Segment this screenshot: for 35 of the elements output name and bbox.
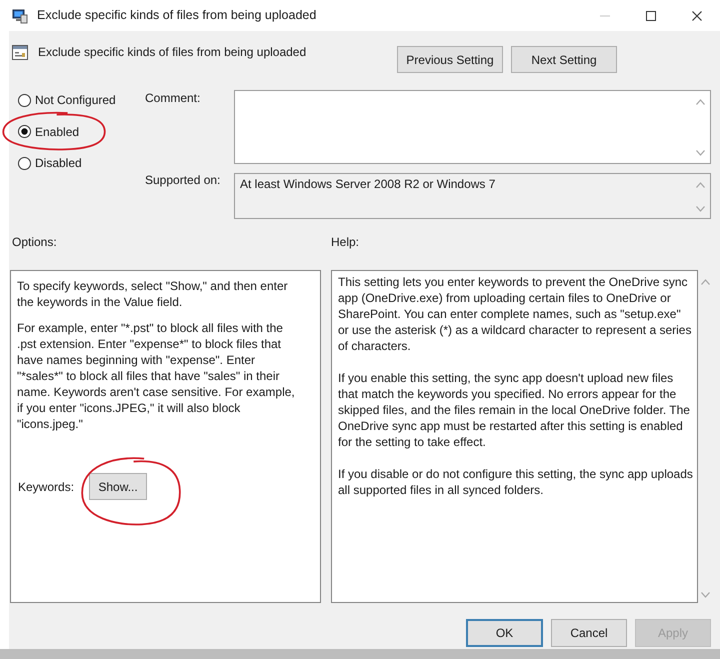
- scroll-down-icon[interactable]: [696, 206, 705, 212]
- help-text: If you disable or do not configure this setting, the sync app uploads all supported files in all synced folders.: [338, 466, 693, 498]
- supported-on-label: Supported on:: [145, 173, 222, 189]
- radio-option[interactable]: Enabled: [18, 124, 80, 140]
- next-setting-button[interactable]: Next Setting: [511, 46, 617, 73]
- options-label: Options:: [12, 235, 58, 249]
- scroll-up-icon[interactable]: [696, 182, 705, 188]
- window-icon: [12, 45, 28, 60]
- computer-icon: [12, 8, 28, 24]
- help-label: Help:: [331, 235, 360, 249]
- window-title: Exclude specific kinds of files from being uploaded: [37, 8, 316, 23]
- ok-button[interactable]: OK: [466, 619, 543, 647]
- setting-title: Exclude specific kinds of files from being uploaded: [38, 45, 306, 60]
- radio-option[interactable]: Not Configured: [18, 93, 116, 108]
- show-button[interactable]: Show...: [89, 473, 148, 500]
- comment-field[interactable]: [234, 90, 711, 164]
- radio-icon[interactable]: [18, 94, 31, 107]
- options-text: To specify keywords, select "Show," and then enter the keywords in the Value field.: [17, 278, 289, 310]
- radio-option[interactable]: Disabled: [18, 156, 82, 171]
- scroll-down-icon[interactable]: [696, 150, 705, 156]
- maximize-icon: [646, 10, 656, 20]
- scroll-down-icon[interactable]: [700, 592, 710, 598]
- scroll-up-icon[interactable]: [700, 279, 710, 285]
- scroll-up-icon[interactable]: [696, 99, 705, 105]
- cancel-button[interactable]: Cancel: [551, 619, 627, 647]
- close-icon: [692, 10, 702, 20]
- radio-selected-icon[interactable]: [18, 125, 31, 138]
- radio-icon[interactable]: [18, 156, 31, 170]
- previous-setting-button[interactable]: Previous Setting: [397, 46, 503, 73]
- options-text: For example, enter "*.pst" to block all files with the .pst extension. Enter "expense*" to block files that have names beginning with "expense". Enter "*sales*" to block all files that have "sales" in their name. Keywords aren't case sensitive. For example, if you enter "icons.JPEG," it will also block "icons.jpeg.": [17, 320, 296, 432]
- comment-label: Comment:: [145, 90, 202, 107]
- keywords-label: Keywords:: [18, 478, 74, 494]
- help-text: This setting lets you enter keywords to prevent the OneDrive sync app (OneDrive.exe) from uploading certain files to OneDrive or SharePoint. You can enter complete names, such as "setup.exe" or use the asterisk (*) as a wildcard character to represent a series of characters.: [338, 274, 692, 354]
- help-text: If you enable this setting, the sync app doesn't upload new files that match the keywords you specified. No errors appear for the skipped files, and the files remain in the local OneDrive folder. The OneDrive sync app must be restarted after this setting is enabled for the setting to take effect.: [338, 370, 691, 450]
- supported-on-field[interactable]: At least Windows Server 2008 R2 or Windows 7: [234, 173, 711, 219]
